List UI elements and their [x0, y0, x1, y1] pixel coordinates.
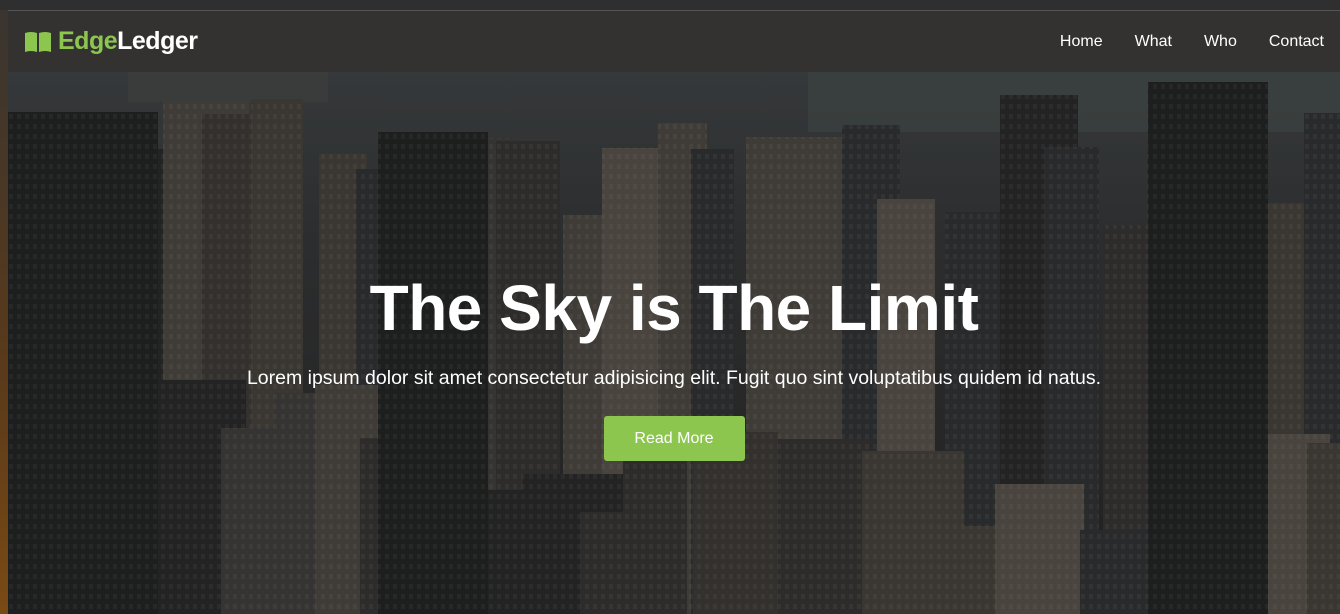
window-left-edge	[0, 10, 8, 614]
read-more-button[interactable]: Read More	[603, 416, 745, 461]
nav-link-contact[interactable]: Contact	[1269, 33, 1324, 51]
brand-logo[interactable]: EdgeLedger	[24, 27, 198, 56]
hero-section: The Sky is The Limit Lorem ipsum dolor s…	[8, 72, 1340, 614]
nav-links: Home What Who Contact	[1060, 33, 1324, 51]
brand-name-ledger: Ledger	[117, 27, 198, 55]
window-top-edge	[0, 0, 1340, 11]
nav-link-who[interactable]: Who	[1204, 33, 1237, 51]
browser-viewport: EdgeLedger Home What Who Contact The Sky…	[0, 0, 1340, 614]
brand-name-edge: Edge	[58, 27, 118, 55]
open-book-icon	[25, 31, 51, 52]
hero-subtitle: Lorem ipsum dolor sit amet consectetur a…	[246, 367, 1102, 389]
hero-content: The Sky is The Limit Lorem ipsum dolor s…	[8, 268, 1340, 461]
nav-link-what[interactable]: What	[1135, 33, 1172, 51]
hero-title: The Sky is The Limit	[369, 272, 979, 344]
nav-link-home[interactable]: Home	[1060, 33, 1103, 51]
navbar: EdgeLedger Home What Who Contact	[8, 11, 1340, 72]
brand-name: EdgeLedger	[58, 27, 198, 56]
